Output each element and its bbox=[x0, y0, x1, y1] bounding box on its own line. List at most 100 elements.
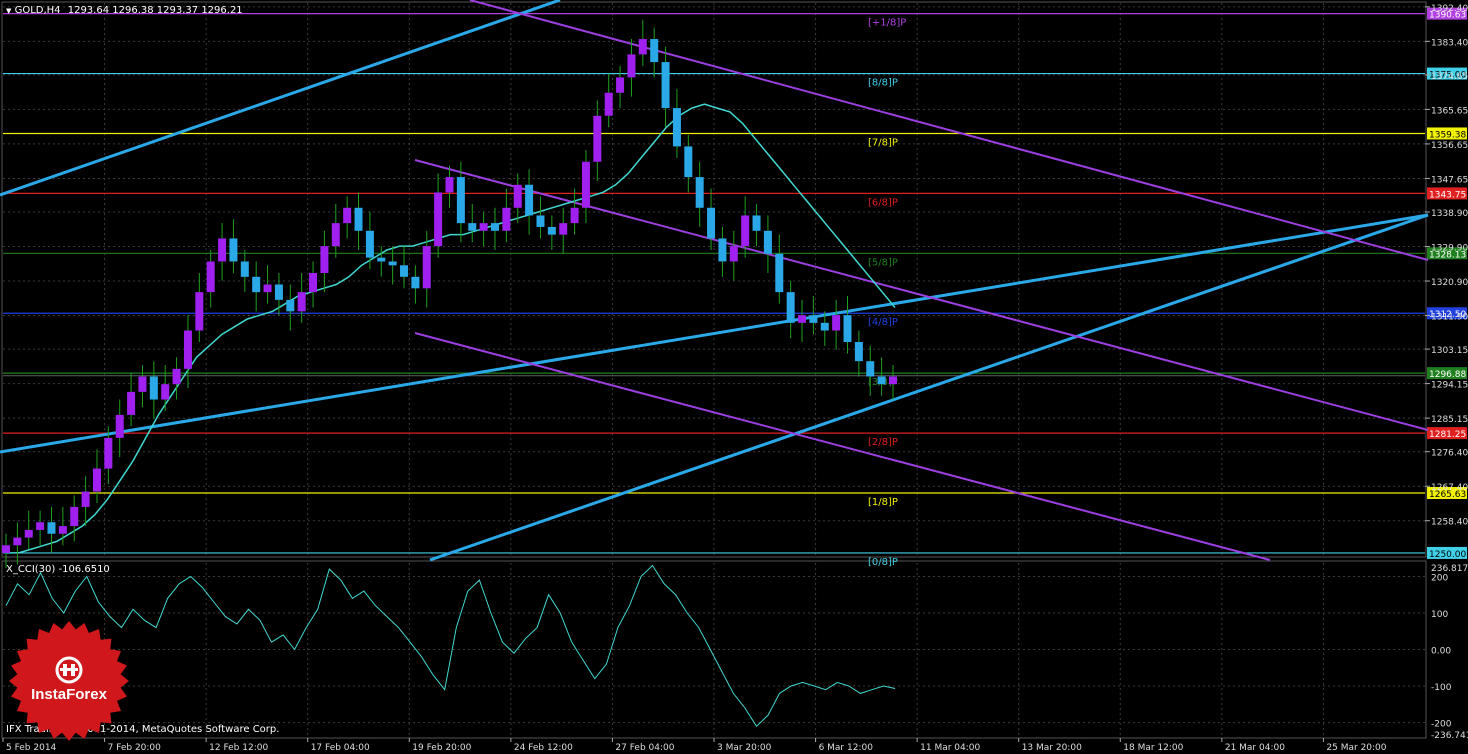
candle-body bbox=[445, 177, 454, 193]
candle-body bbox=[365, 230, 374, 258]
candle-body bbox=[809, 315, 818, 323]
price-tick-label: 1294.15 bbox=[1431, 381, 1468, 391]
time-tick-label: 6 Mar 12:00 bbox=[819, 743, 874, 753]
murrey-price-value: 1281.25 bbox=[1429, 430, 1466, 440]
candle-body bbox=[47, 522, 56, 534]
candle-body bbox=[854, 342, 863, 362]
candle-body bbox=[24, 529, 33, 538]
time-tick-label: 18 Mar 12:00 bbox=[1123, 743, 1183, 753]
candle-body bbox=[502, 207, 511, 231]
time-axis: 5 Feb 2014 7 Feb 20:00 12 Feb 12:00 17 Feb … bbox=[2, 738, 1387, 753]
candle-body bbox=[877, 376, 886, 385]
price-scale: 1392.40 1383.40 1374.65 1365.65 1356.65 1347.… bbox=[1425, 4, 1468, 528]
candle-body bbox=[183, 330, 192, 369]
descending-channel-line bbox=[414, 332, 1271, 561]
chart-menu-triangle-icon[interactable]: ▼ bbox=[6, 7, 11, 15]
candle-body bbox=[354, 207, 363, 231]
candle-body bbox=[206, 261, 215, 293]
murrey-label: [7/8]P bbox=[868, 137, 898, 148]
candle-body bbox=[92, 468, 101, 492]
candle-body bbox=[343, 207, 352, 224]
candle-body bbox=[718, 238, 727, 262]
candle-body bbox=[331, 223, 340, 247]
candle-body bbox=[320, 246, 329, 273]
candle-body bbox=[581, 161, 590, 208]
candle-body bbox=[798, 315, 807, 323]
cci-level-label: -200 bbox=[1431, 720, 1452, 730]
candle-body bbox=[240, 261, 249, 277]
cci-indicator: 200 100 0.00 -100 -200 236.8172 -236.7419 bbox=[5, 564, 1468, 741]
candle-body bbox=[456, 177, 465, 224]
candle-body bbox=[536, 215, 545, 227]
candle-body bbox=[752, 215, 761, 231]
murrey-label: [0/8]P bbox=[868, 557, 898, 568]
candle-body bbox=[684, 146, 693, 178]
time-tick-label: 25 Mar 20:00 bbox=[1326, 743, 1386, 753]
murrey-label: [2/8]P bbox=[868, 437, 898, 448]
ohlc-values: 1293.64 1296.38 1293.37 1296.21 bbox=[67, 5, 243, 16]
time-tick-label: 12 Feb 12:00 bbox=[209, 743, 268, 753]
ma-line bbox=[6, 103, 896, 554]
candle-body bbox=[252, 276, 261, 293]
candle-body bbox=[593, 115, 602, 162]
time-tick-label: 24 Feb 12:00 bbox=[514, 743, 573, 753]
candle-body bbox=[627, 54, 636, 78]
time-tick-label: 13 Mar 20:00 bbox=[1022, 743, 1082, 753]
ascending-channel-line bbox=[0, 213, 1429, 454]
cci-top-value: 236.8172 bbox=[1431, 564, 1468, 574]
price-tick-label: 1356.65 bbox=[1431, 141, 1468, 151]
price-tick-label: 1365.65 bbox=[1431, 106, 1468, 116]
price-tick-label: 1329.90 bbox=[1431, 244, 1468, 254]
murrey-label: [6/8]P bbox=[868, 197, 898, 208]
time-tick-label: 3 Mar 20:00 bbox=[717, 743, 772, 753]
candle-body bbox=[434, 192, 443, 247]
time-tick-label: 5 Feb 2014 bbox=[6, 743, 57, 753]
candle-body bbox=[570, 207, 579, 224]
candle-body bbox=[218, 238, 227, 262]
time-tick-label: 7 Feb 20:00 bbox=[108, 743, 162, 753]
murrey-price-value: 1250.00 bbox=[1429, 550, 1466, 560]
cci-level-label: -100 bbox=[1431, 683, 1452, 693]
cci-bottom-value: -236.7419 bbox=[1431, 731, 1468, 741]
instaforex-logo: InstaForex bbox=[8, 620, 130, 742]
chart-canvas: [+1/8]P1390.63[8/8]P1375.00[7/8]P1359.38… bbox=[0, 0, 1468, 753]
murrey-price-value: 1359.38 bbox=[1429, 130, 1466, 140]
candle-body bbox=[468, 223, 477, 231]
candle-body bbox=[195, 292, 204, 331]
murrey-label: [8/8]P bbox=[868, 78, 898, 89]
candle-body bbox=[411, 276, 420, 289]
logo-text: InstaForex bbox=[31, 686, 107, 703]
price-tick-label: 1258.40 bbox=[1431, 518, 1468, 528]
candle-body bbox=[286, 299, 295, 312]
murrey-levels: [+1/8]P1390.63[8/8]P1375.00[7/8]P1359.38… bbox=[3, 7, 1467, 568]
murrey-price-value: 1296.88 bbox=[1429, 370, 1466, 380]
price-tick-label: 1347.65 bbox=[1431, 175, 1468, 185]
candle-body bbox=[832, 315, 841, 331]
price-tick-label: 1374.65 bbox=[1431, 72, 1468, 82]
candle-body bbox=[297, 292, 306, 312]
cci-level-label: 0.00 bbox=[1431, 647, 1451, 657]
price-tick-label: 1303.15 bbox=[1431, 346, 1468, 356]
candle-body bbox=[263, 284, 272, 293]
time-tick-label: 27 Feb 04:00 bbox=[615, 743, 674, 753]
candle-body bbox=[695, 177, 704, 208]
candle-body bbox=[422, 246, 431, 289]
grid bbox=[3, 3, 1425, 736]
candle-body bbox=[172, 368, 181, 385]
murrey-label: [4/8]P bbox=[868, 317, 898, 328]
candle-body bbox=[115, 414, 124, 438]
candle-body bbox=[604, 92, 613, 116]
descending-channel-line bbox=[469, 0, 1429, 261]
candle-body bbox=[377, 257, 386, 262]
candle-body bbox=[127, 391, 136, 415]
candle-body bbox=[559, 223, 568, 235]
candle-body bbox=[775, 253, 784, 293]
candle-body bbox=[763, 230, 772, 254]
candle-body bbox=[866, 361, 875, 377]
price-tick-label: 1311.90 bbox=[1431, 313, 1468, 323]
candle-body bbox=[650, 39, 659, 63]
logo-badge-icon bbox=[9, 621, 129, 741]
candle-body bbox=[525, 184, 534, 216]
cci-line bbox=[5, 564, 896, 727]
price-tick-label: 1285.15 bbox=[1431, 415, 1468, 425]
